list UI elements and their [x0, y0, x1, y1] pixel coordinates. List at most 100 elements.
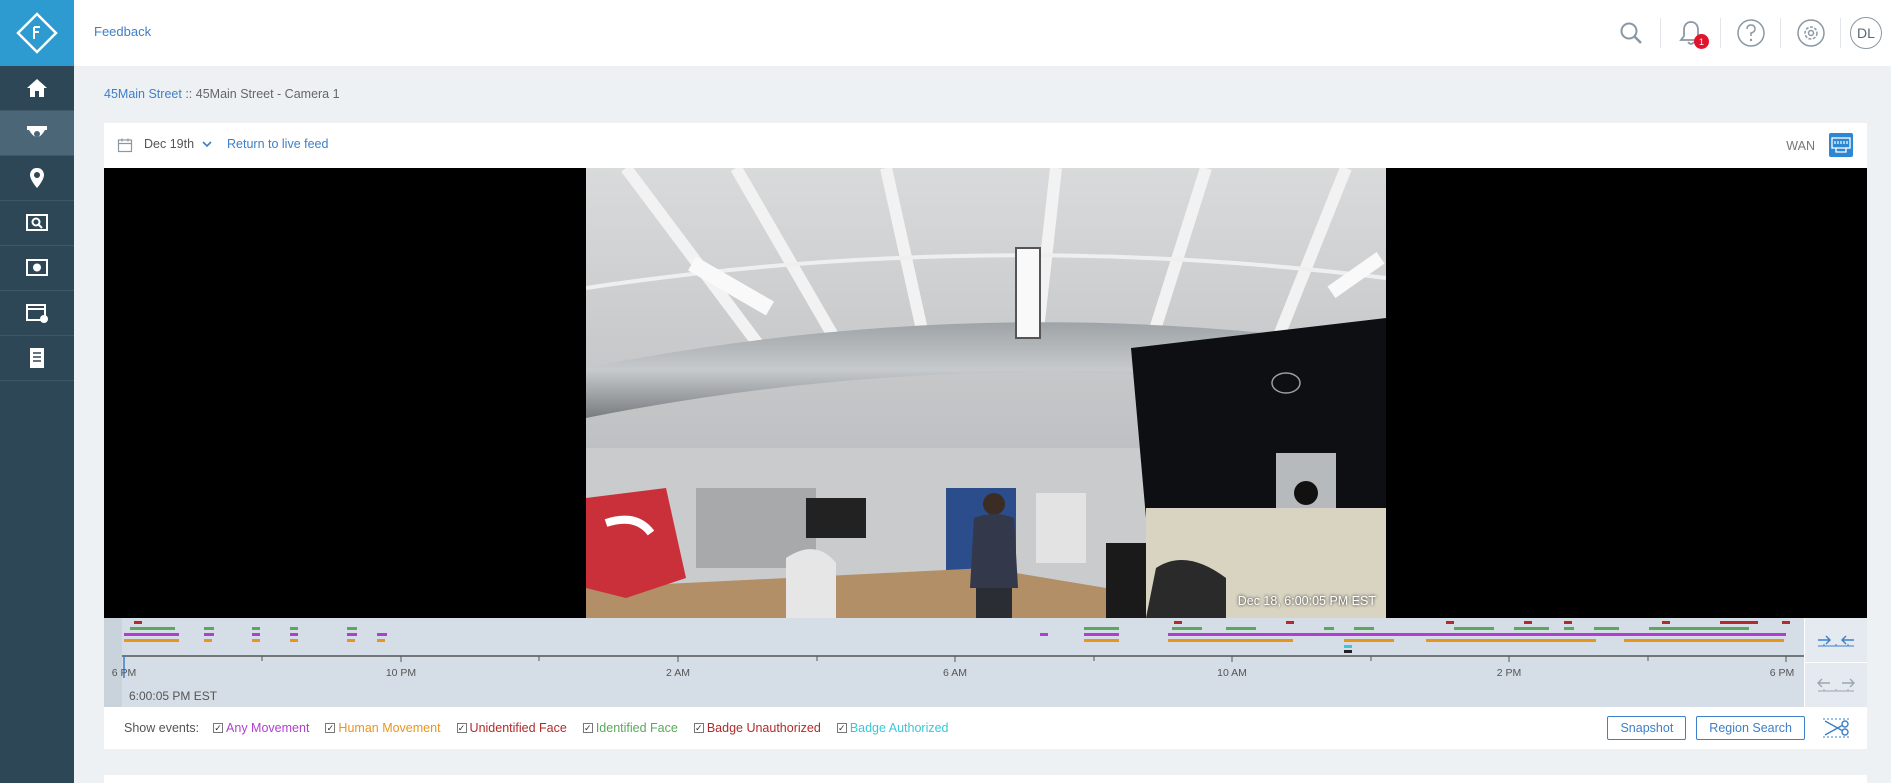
event-identified-face: [1084, 627, 1119, 630]
nav-search[interactable]: [0, 201, 74, 246]
notifications-button[interactable]: 1: [1661, 0, 1721, 66]
help-button[interactable]: [1721, 0, 1781, 66]
tick-label: 6 PM: [1770, 667, 1795, 679]
timeline-tick-labels: 6 PM 10 PM 2 AM 6 AM 10 AM 2 PM 6 PM: [112, 667, 1795, 679]
video-player[interactable]: Dec 18, 6:00:05 PM EST: [104, 168, 1867, 618]
event-human-movement: [1168, 639, 1293, 642]
event-identified-face: [290, 627, 298, 630]
event-unidentified-face: [1564, 621, 1572, 624]
event-human-movement: [124, 639, 179, 642]
sidebar: [0, 0, 74, 783]
user-menu-button[interactable]: DL: [1841, 0, 1891, 66]
event-identified-face: [1649, 627, 1749, 630]
settings-button[interactable]: [1781, 0, 1841, 66]
event-identified-face: [1564, 627, 1574, 630]
scissors-icon[interactable]: [1821, 717, 1853, 739]
tick-label: 2 AM: [666, 667, 690, 679]
event-identified-face: [1514, 627, 1549, 630]
nav-reports[interactable]: [0, 336, 74, 381]
calendar-icon[interactable]: [117, 137, 133, 153]
tick-label: 6 AM: [943, 667, 967, 679]
map-pin-icon: [30, 168, 44, 188]
tick-label: 2 PM: [1497, 667, 1522, 679]
checkbox[interactable]: ✓: [456, 723, 467, 733]
zoom-out-button[interactable]: [1805, 663, 1867, 707]
checkbox[interactable]: ✓: [582, 723, 593, 733]
event-filter-any-movement[interactable]: ✓ Any Movement: [213, 721, 309, 735]
event-filter-label: Any Movement: [226, 721, 310, 735]
event-filter-badge-unauthorized[interactable]: ✓ Badge Unauthorized: [693, 721, 821, 735]
event-any-movement: [124, 633, 179, 636]
timeline-track[interactable]: 6 PM 10 PM 2 AM 6 AM 10 AM 2 PM 6 PM: [104, 618, 1804, 707]
event-filter-unidentified-face[interactable]: ✓ Unidentified Face: [456, 721, 567, 735]
network-icon[interactable]: [1829, 133, 1853, 157]
feedback-link[interactable]: Feedback: [94, 24, 151, 39]
event-filter-label: Unidentified Face: [469, 721, 567, 735]
event-filter-label: Human Movement: [338, 721, 441, 735]
nav-locations[interactable]: [0, 156, 74, 201]
connection-label: WAN: [1786, 139, 1815, 153]
event-unidentified-face: [1524, 621, 1532, 624]
video-timestamp: Dec 18, 6:00:05 PM EST: [1237, 594, 1376, 608]
checkbox[interactable]: ✓: [693, 723, 704, 733]
nav-monitor[interactable]: [0, 246, 74, 291]
event-human-movement: [290, 639, 298, 642]
event-human-movement: [377, 639, 385, 642]
event-filter-identified-face[interactable]: ✓ Identified Face: [582, 721, 678, 735]
event-human-movement: [347, 639, 355, 642]
snapshot-button[interactable]: Snapshot: [1607, 716, 1687, 740]
search-video-icon: [26, 214, 48, 231]
event-unidentified-face: [134, 621, 142, 624]
event-any-movement: [1168, 633, 1786, 636]
event-filter-label: Badge Unauthorized: [706, 721, 821, 735]
zoom-out-icon: [1817, 678, 1855, 692]
nav-clips[interactable]: [0, 291, 74, 336]
breadcrumb-site-link[interactable]: 45Main Street: [104, 87, 182, 101]
event-any-movement: [1084, 633, 1119, 636]
event-filter-label: Identified Face: [595, 721, 678, 735]
notification-badge: 1: [1694, 34, 1709, 49]
return-to-live-link[interactable]: Return to live feed: [227, 137, 328, 151]
film-icon: [26, 304, 48, 323]
date-select-value: Dec 19th: [144, 137, 195, 151]
event-unidentified-face: [1286, 621, 1294, 624]
date-select[interactable]: Dec 19th: [144, 137, 212, 151]
nav-cameras[interactable]: [0, 111, 74, 156]
event-human-movement: [1426, 639, 1596, 642]
search-icon: [1620, 22, 1642, 44]
logo-icon: [16, 12, 58, 54]
event-identified-face: [1324, 627, 1334, 630]
checkbox[interactable]: ✓: [836, 723, 847, 733]
camera-frame: Dec 18, 6:00:05 PM EST: [586, 168, 1386, 618]
checkbox[interactable]: ✓: [325, 723, 336, 733]
nav-home[interactable]: [0, 66, 74, 111]
timeline-zoom-controls: [1805, 618, 1867, 707]
breadcrumb-separator: ::: [185, 87, 193, 101]
secondary-card: [104, 775, 1867, 783]
timeline-ticks: [123, 656, 1787, 662]
unidentified-face-events: [134, 621, 1790, 624]
event-filter-badge-authorized[interactable]: ✓ Badge Authorized: [836, 721, 949, 735]
zoom-in-icon: [1818, 635, 1854, 647]
monitor-icon: [26, 259, 48, 276]
event-identified-face: [1172, 627, 1202, 630]
logo[interactable]: [0, 0, 74, 66]
event-human-movement: [252, 639, 260, 642]
event-unidentified-face: [1446, 621, 1454, 624]
region-search-button[interactable]: Region Search: [1696, 716, 1805, 740]
breadcrumb: 45Main Street :: 45Main Street - Camera …: [104, 87, 340, 101]
events-filter: Show events: ✓ Any Movement ✓ Human Move…: [104, 707, 1867, 749]
event-filter-human-movement[interactable]: ✓ Human Movement: [325, 721, 441, 735]
event-any-movement: [347, 633, 357, 636]
camera-icon: [27, 126, 47, 137]
timeline[interactable]: 6 PM 10 PM 2 AM 6 AM 10 AM 2 PM 6 PM 6:0…: [104, 618, 1804, 707]
checkbox[interactable]: ✓: [213, 723, 224, 733]
player-card: Dec 19th Return to live feed WAN Dec 18,…: [104, 123, 1867, 749]
zoom-in-button[interactable]: [1805, 618, 1867, 662]
event-any-movement: [377, 633, 387, 636]
document-icon: [30, 348, 44, 368]
event-identified-face: [1226, 627, 1256, 630]
event-badge-authorized: [1344, 645, 1352, 648]
search-button[interactable]: [1601, 0, 1661, 66]
event-identified-face: [1454, 627, 1494, 630]
